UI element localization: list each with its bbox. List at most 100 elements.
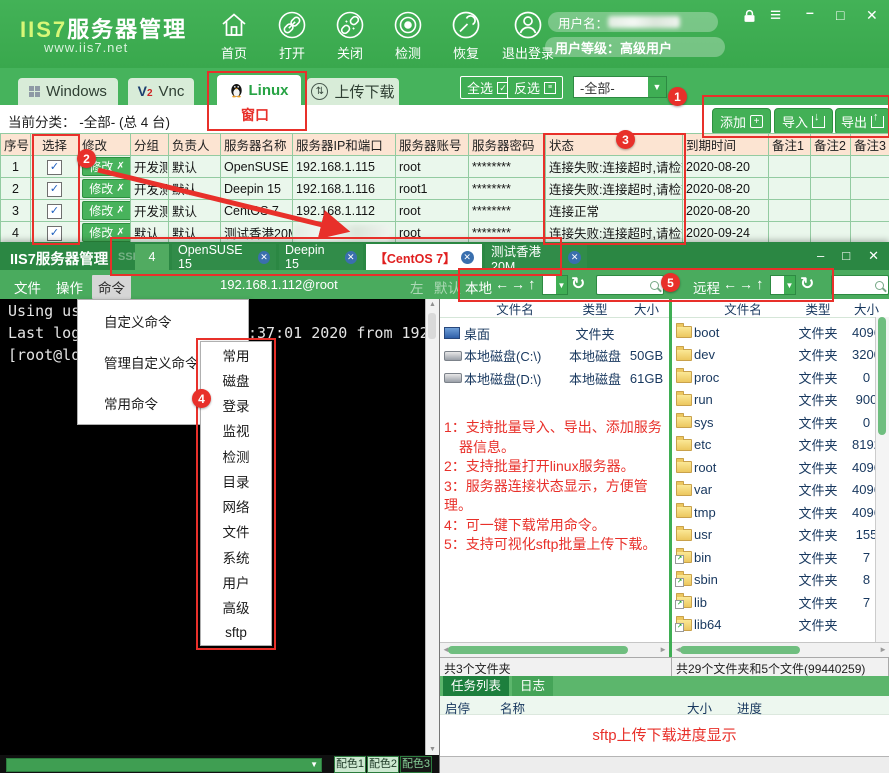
remote-file-row[interactable]: ↗ bin 文件夹 7 bbox=[672, 546, 889, 569]
col-size[interactable]: 大小 bbox=[844, 299, 889, 318]
menu-operate[interactable]: 操作 bbox=[50, 275, 89, 299]
modify-button[interactable]: 修改✗ bbox=[82, 157, 131, 176]
tab-updown[interactable]: ⇅ 上传下载 bbox=[307, 78, 399, 105]
scroll-right-icon[interactable]: ► bbox=[659, 645, 667, 654]
scroll-right-icon[interactable]: ► bbox=[879, 645, 887, 654]
invert-select-button[interactable]: 反选 ≡ bbox=[507, 76, 563, 99]
tab-log[interactable]: 日志 bbox=[512, 676, 553, 696]
remote-up-icon[interactable]: ↑ bbox=[756, 276, 764, 293]
tab-windows[interactable]: Windows bbox=[18, 78, 118, 105]
modify-button[interactable]: 修改✗ bbox=[82, 201, 131, 220]
close-tab-icon[interactable]: ✕ bbox=[568, 251, 581, 264]
remote-path-select[interactable]: ▼ bbox=[770, 275, 796, 295]
local-up-icon[interactable]: ↑ bbox=[528, 276, 536, 293]
remote-file-row[interactable]: sys 文件夹 0 bbox=[672, 411, 889, 434]
maximize-button[interactable]: □ bbox=[842, 248, 850, 264]
scroll-thumb[interactable] bbox=[448, 646, 628, 654]
col-size[interactable]: 大小 bbox=[624, 299, 669, 318]
session-count-tab[interactable]: 4 bbox=[135, 244, 169, 270]
local-forward-icon[interactable]: → bbox=[511, 276, 525, 292]
scroll-up-icon[interactable]: ▲ bbox=[426, 301, 439, 308]
submenu-item[interactable]: 系统 bbox=[201, 544, 271, 569]
lock-icon[interactable] bbox=[742, 8, 757, 27]
menu-item-custom-command[interactable]: 自定义命令 bbox=[78, 300, 248, 341]
remote-file-row[interactable]: run 文件夹 900 bbox=[672, 389, 889, 412]
remote-file-row[interactable]: ↗ lib64 文件夹 bbox=[672, 614, 889, 637]
local-search-box[interactable] bbox=[596, 275, 664, 295]
submenu-item[interactable]: 网络 bbox=[201, 494, 271, 519]
category-select[interactable]: -全部- ▼ bbox=[573, 76, 667, 98]
submenu-item[interactable]: 文件 bbox=[201, 519, 271, 544]
color-scheme-2-button[interactable]: 配色2 bbox=[367, 756, 399, 773]
local-path-select[interactable]: ▼ bbox=[542, 275, 568, 295]
remote-file-row[interactable]: tmp 文件夹 4096 bbox=[672, 501, 889, 524]
terminal-scrollbar[interactable]: ▲ ▼ bbox=[425, 299, 439, 755]
col-type[interactable]: 类型 bbox=[792, 299, 844, 318]
local-file-row[interactable]: 本地磁盘(D:\) 本地磁盘 61GB bbox=[440, 367, 669, 390]
local-file-row[interactable]: 桌面 文件夹 bbox=[440, 322, 669, 345]
remote-file-row[interactable]: boot 文件夹 4096 bbox=[672, 321, 889, 344]
session-tab-hk[interactable]: 测试香港20M ✕ bbox=[485, 244, 587, 270]
remote-back-icon[interactable]: ← bbox=[723, 276, 737, 292]
export-button[interactable]: 导出 ↑ bbox=[835, 108, 889, 135]
submenu-item[interactable]: 高级 bbox=[201, 595, 271, 620]
close-tab-icon[interactable]: ✕ bbox=[345, 251, 357, 264]
remote-hscrollbar[interactable]: ◄ ► bbox=[672, 642, 889, 657]
remote-file-row[interactable]: etc 文件夹 8192 bbox=[672, 434, 889, 457]
add-server-button[interactable]: 添加 + bbox=[712, 108, 771, 135]
session-tab-opensuse[interactable]: OpenSUSE 15 ✕ bbox=[172, 244, 276, 270]
local-hscrollbar[interactable]: ◄ ► bbox=[440, 642, 669, 657]
remote-file-row[interactable]: var 文件夹 4096 bbox=[672, 479, 889, 502]
submenu-item[interactable]: 目录 bbox=[201, 468, 271, 493]
row-checkbox[interactable]: ✓ bbox=[47, 226, 62, 241]
menu-icon[interactable]: ≡ bbox=[770, 5, 781, 27]
remote-file-row[interactable]: root 文件夹 4096 bbox=[672, 456, 889, 479]
remote-file-row[interactable]: usr 文件夹 155 bbox=[672, 524, 889, 547]
nav-close[interactable]: 关闭 bbox=[321, 5, 379, 63]
row-checkbox[interactable]: ✓ bbox=[47, 160, 62, 175]
remote-file-row[interactable]: ↗ lib 文件夹 7 bbox=[672, 591, 889, 614]
local-refresh-icon[interactable]: ↻ bbox=[571, 274, 585, 294]
local-file-row[interactable]: 本地磁盘(C:\) 本地磁盘 50GB bbox=[440, 345, 669, 368]
import-button[interactable]: 导入 ↓ bbox=[774, 108, 833, 135]
nav-open[interactable]: 打开 bbox=[263, 5, 321, 63]
remote-search-box[interactable] bbox=[831, 275, 889, 295]
maximize-button[interactable]: □ bbox=[836, 7, 844, 23]
close-tab-icon[interactable]: ✕ bbox=[258, 251, 270, 264]
submenu-item[interactable]: 用户 bbox=[201, 569, 271, 594]
remote-vscrollbar[interactable] bbox=[875, 317, 889, 643]
row-checkbox[interactable]: ✓ bbox=[47, 204, 62, 219]
nav-detect[interactable]: 检测 bbox=[379, 5, 437, 63]
remote-file-row[interactable]: dev 文件夹 3200 bbox=[672, 344, 889, 367]
scroll-thumb[interactable] bbox=[680, 646, 800, 654]
submenu-item[interactable]: 常用 bbox=[201, 342, 271, 367]
tab-task-list[interactable]: 任务列表 bbox=[443, 676, 509, 696]
row-checkbox[interactable]: ✓ bbox=[47, 182, 62, 197]
menu-command[interactable]: 命令 bbox=[92, 275, 131, 299]
remote-file-row[interactable]: ↗ sbin 文件夹 8 bbox=[672, 569, 889, 592]
scroll-thumb[interactable] bbox=[878, 317, 886, 435]
pane-default-button[interactable]: 默认 bbox=[432, 275, 463, 299]
color-scheme-1-button[interactable]: 配色1 bbox=[334, 756, 366, 773]
session-tab-deepin[interactable]: Deepin 15 ✕ bbox=[279, 244, 363, 270]
close-button[interactable]: ✕ bbox=[866, 7, 878, 24]
remote-file-row[interactable]: proc 文件夹 0 bbox=[672, 366, 889, 389]
local-back-icon[interactable]: ← bbox=[495, 276, 509, 292]
terminal-bottom-select[interactable]: ▼ bbox=[6, 758, 322, 772]
modify-button[interactable]: 修改✗ bbox=[82, 223, 131, 242]
submenu-item[interactable]: 磁盘 bbox=[201, 367, 271, 392]
col-filename[interactable]: 文件名 bbox=[694, 299, 792, 318]
close-button[interactable]: ✕ bbox=[868, 248, 879, 264]
tab-vnc[interactable]: V2 Vnc bbox=[128, 78, 194, 105]
session-tab-centos[interactable]: 【CentOS 7】 ✕ bbox=[366, 244, 482, 270]
remote-forward-icon[interactable]: → bbox=[739, 276, 753, 292]
close-tab-icon[interactable]: ✕ bbox=[461, 251, 474, 264]
nav-restore[interactable]: 恢复 bbox=[437, 5, 495, 63]
scroll-down-icon[interactable]: ▼ bbox=[426, 746, 439, 753]
remote-refresh-icon[interactable]: ↻ bbox=[800, 274, 814, 294]
menu-file[interactable]: 文件 bbox=[8, 275, 47, 299]
minimize-button[interactable]: – bbox=[806, 4, 814, 20]
submenu-item[interactable]: 登录 bbox=[201, 393, 271, 418]
color-scheme-3-button[interactable]: 配色3 bbox=[400, 756, 432, 773]
pane-left-button[interactable]: 左 bbox=[408, 275, 426, 299]
